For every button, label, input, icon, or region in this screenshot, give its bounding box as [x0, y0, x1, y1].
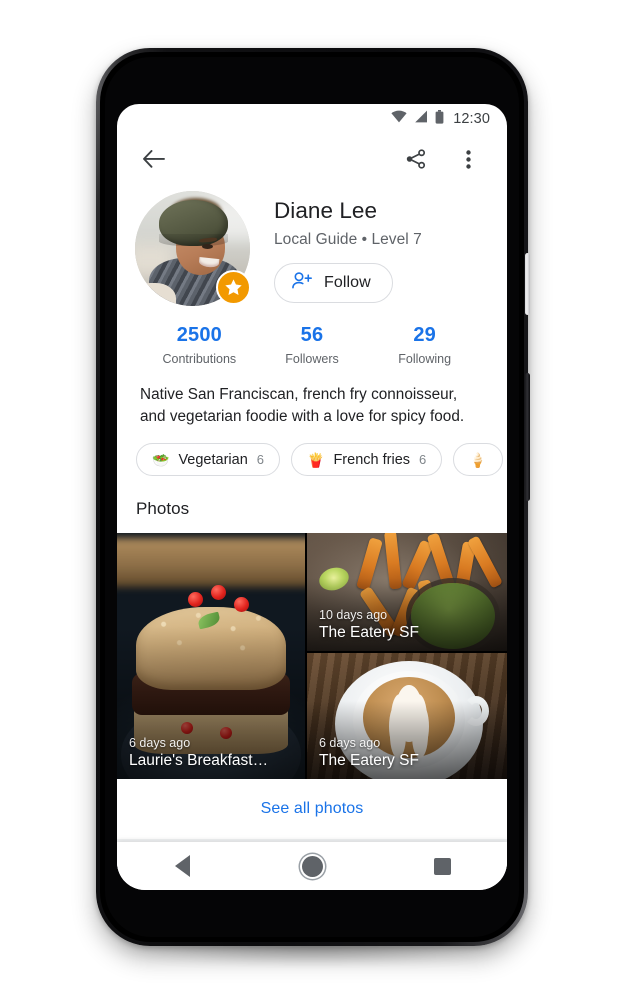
stat-value: 56	[300, 324, 324, 346]
profile-text-block: Diane Lee Local Guide • Level 7 Follow	[250, 191, 422, 306]
android-navigation-bar	[117, 842, 507, 890]
photo-meta: 6 days ago Laurie's Breakfast…	[129, 736, 297, 770]
photo-date: 6 days ago	[319, 736, 381, 750]
more-vertical-icon[interactable]	[453, 144, 483, 174]
page-title: Diane Lee	[274, 198, 378, 223]
power-button[interactable]	[525, 253, 530, 315]
back-nav-button[interactable]	[154, 848, 210, 884]
back-triangle-icon	[174, 855, 190, 877]
photo-tile-cake[interactable]: 6 days ago Laurie's Breakfast…	[117, 533, 305, 779]
recents-square-icon	[433, 857, 451, 875]
see-all-photos-label: See all photos	[260, 800, 364, 817]
status-bar-clock: 12:30	[453, 111, 490, 127]
chip-french-fries[interactable]: 🍟 French fries 6	[291, 443, 443, 476]
photos-section-title: Photos	[136, 499, 190, 518]
screenshot-stage: 12:30 Diane Lee Local Guide • Level 7 Fo…	[0, 0, 622, 1000]
chip-vegetarian[interactable]: 🥗 Vegetarian 6	[136, 443, 281, 476]
profile-stats-row: 2500 Contributions 56 Followers 29 Follo…	[117, 306, 507, 366]
stat-value: 2500	[176, 324, 222, 346]
follow-button-label: Follow	[324, 274, 371, 291]
profile-subtitle: Local Guide • Level 7	[274, 231, 422, 248]
wifi-icon	[391, 110, 407, 128]
stat-contributions[interactable]: 2500 Contributions	[143, 324, 256, 366]
stat-followers[interactable]: 56 Followers	[256, 324, 369, 366]
photos-grid: 6 days ago Laurie's Breakfast… 10 days a…	[117, 533, 507, 779]
chip-count: 6	[256, 452, 265, 467]
chip-ice-cream[interactable]: 🍦	[453, 443, 503, 476]
status-bar: 12:30	[117, 104, 507, 134]
local-guide-star-badge	[216, 270, 251, 305]
interest-chips-row: 🥗 Vegetarian 6 🍟 French fries 6 🍦	[117, 428, 507, 476]
profile-header: Diane Lee Local Guide • Level 7 Follow	[117, 184, 507, 306]
recents-nav-button[interactable]	[414, 848, 470, 884]
home-nav-button[interactable]	[284, 848, 340, 884]
back-arrow-icon[interactable]	[139, 144, 169, 174]
photo-date: 10 days ago	[319, 608, 388, 622]
volume-rocker-button[interactable]	[525, 373, 530, 501]
app-toolbar	[117, 134, 507, 184]
stat-label: Following	[398, 352, 452, 366]
photo-place-name: The Eatery SF	[319, 752, 419, 769]
photo-meta: 10 days ago The Eatery SF	[319, 608, 499, 642]
chip-count: 6	[419, 452, 427, 467]
share-icon[interactable]	[401, 144, 431, 174]
fries-icon: 🍟	[307, 451, 325, 468]
stat-following[interactable]: 29 Following	[368, 324, 481, 366]
battery-icon	[435, 109, 444, 129]
chip-label: French fries	[333, 451, 411, 468]
see-all-photos-button[interactable]: See all photos	[117, 779, 507, 839]
photo-date: 6 days ago	[129, 736, 191, 750]
chip-label: Vegetarian	[178, 451, 248, 468]
home-circle-icon	[301, 855, 323, 877]
stat-label: Followers	[285, 352, 339, 366]
photo-tile-latte[interactable]: 6 days ago The Eatery SF	[307, 653, 507, 779]
photo-tile-fries[interactable]: 10 days ago The Eatery SF	[307, 533, 507, 651]
phone-screen: 12:30 Diane Lee Local Guide • Level 7 Fo…	[117, 104, 507, 890]
salad-icon: 🥗	[152, 451, 170, 468]
follow-button[interactable]: Follow	[274, 263, 393, 303]
photo-place-name: Laurie's Breakfast…	[129, 752, 269, 769]
stat-label: Contributions	[162, 352, 237, 366]
profile-bio: Native San Franciscan, french fry connoi…	[140, 386, 465, 425]
cellular-signal-icon	[414, 110, 428, 128]
ice-cream-icon: 🍦	[469, 451, 487, 468]
photo-meta: 6 days ago The Eatery SF	[319, 736, 499, 770]
photo-place-name: The Eatery SF	[319, 624, 419, 641]
avatar[interactable]	[135, 191, 251, 306]
person-add-icon	[292, 272, 313, 294]
stat-value: 29	[413, 324, 436, 346]
